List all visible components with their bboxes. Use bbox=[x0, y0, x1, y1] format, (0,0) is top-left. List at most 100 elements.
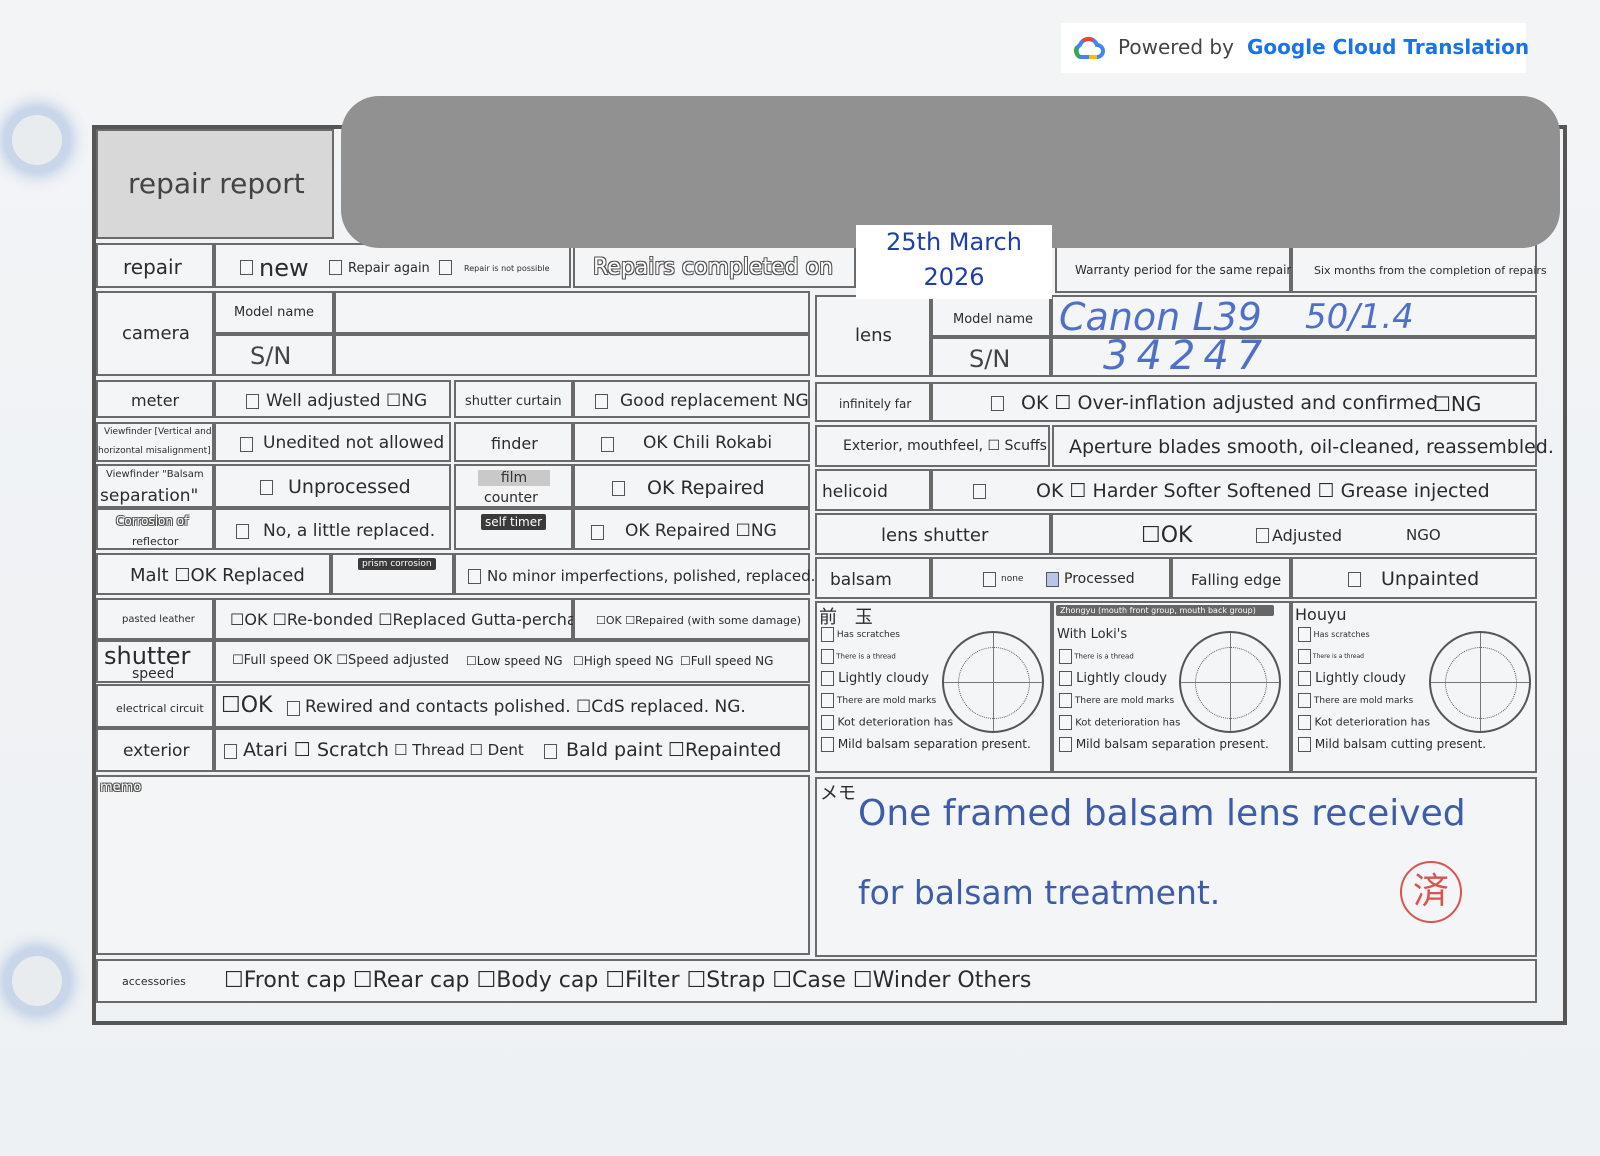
prism-value-cell[interactable]: No minor imperfections, polished, replac… bbox=[454, 553, 815, 595]
repair-label-cell: repair bbox=[96, 243, 214, 288]
completed-stamp: 済 bbox=[1400, 861, 1462, 923]
lens-shutter-label: lens shutter bbox=[881, 525, 989, 546]
not-possible-checkbox[interactable] bbox=[439, 260, 452, 275]
leather-value2-cell[interactable]: ☐OK ☐Repaired (with some damage) bbox=[573, 598, 810, 640]
meter-value-cell[interactable]: Well adjusted ☐NG bbox=[214, 380, 451, 418]
viewfinder1-checkbox[interactable] bbox=[240, 437, 253, 452]
lens-shutter-ok: ☐OK bbox=[1141, 523, 1193, 548]
malt-cell[interactable]: Malt ☐OK Replaced bbox=[96, 553, 331, 595]
unpainted-value: Unpainted bbox=[1381, 568, 1480, 590]
leather-label-cell: pasted leather bbox=[96, 598, 214, 640]
memo-line-2: for balsam treatment. bbox=[858, 873, 1221, 912]
film-counter-label-cell: film counter bbox=[454, 464, 573, 508]
rear-item-6[interactable]: Mild balsam cutting present. bbox=[1298, 737, 1486, 759]
warranty-label-cell: Warranty period for the same repair bbox=[1055, 243, 1291, 293]
viewfinder2-label-b: separation" bbox=[100, 486, 199, 506]
lens-label-cell: lens bbox=[815, 295, 931, 377]
binder-hole-top bbox=[6, 109, 68, 171]
shutter-curtain-label-cell: shutter curtain bbox=[454, 380, 573, 418]
lens-model-input[interactable]: Canon L39 50/1.4 bbox=[1051, 295, 1537, 339]
lens-shutter-ngo: NGO bbox=[1406, 526, 1441, 544]
lens-sn-input[interactable]: 34247 bbox=[1051, 333, 1537, 379]
shutter-curtain-value-cell[interactable]: Good replacement NG bbox=[573, 380, 810, 418]
corrosion-label-cell: Corrosion of reflector bbox=[96, 508, 214, 550]
viewfinder1-value-cell[interactable]: Unedited not allowed bbox=[214, 422, 451, 462]
prism-checkbox[interactable] bbox=[468, 569, 481, 584]
warranty-value-cell: Six months from the completion of repair… bbox=[1291, 243, 1547, 293]
exterior-checkbox[interactable] bbox=[224, 744, 237, 759]
exterior-value-cell[interactable]: Atari ☐ Scratch ☐ Thread ☐ Dent Bald pai… bbox=[214, 728, 810, 772]
lens-shutter-adjusted-checkbox[interactable] bbox=[1256, 528, 1269, 543]
repair-again: Repair again bbox=[348, 261, 430, 276]
memo-line-1: One framed balsam lens received bbox=[858, 793, 1466, 834]
film-label-a: film bbox=[478, 470, 550, 486]
lens-shutter-adjusted: Adjusted bbox=[1272, 526, 1343, 545]
self-timer-value: OK Repaired ☐NG bbox=[625, 521, 777, 541]
self-timer-label-cell: self timer bbox=[454, 508, 573, 550]
meter-label-cell: meter bbox=[96, 380, 214, 418]
google-cloud-icon bbox=[1073, 36, 1105, 59]
report-page: Powered by Google Cloud Translation repa… bbox=[0, 0, 1600, 1156]
completed-cell: Repairs completed on bbox=[573, 243, 856, 288]
film-counter-checkbox[interactable] bbox=[612, 481, 625, 496]
translation-banner[interactable]: Powered by Google Cloud Translation bbox=[1061, 23, 1530, 73]
speed-label: speed bbox=[132, 666, 175, 682]
exterior-option-1: Atari ☐ Scratch bbox=[243, 739, 389, 761]
helicoid-checkbox[interactable] bbox=[973, 484, 986, 499]
balsam-label-cell: balsam bbox=[815, 557, 931, 599]
memo-right-cell[interactable]: メモ One framed balsam lens received for b… bbox=[815, 777, 1537, 957]
corrosion-value-cell[interactable]: No, a little replaced. bbox=[214, 508, 451, 550]
falling-edge-label-cell: Falling edge bbox=[1171, 557, 1291, 599]
electrical-value-cell[interactable]: ☐OK Rewired and contacts polished. ☐CdS r… bbox=[214, 684, 810, 728]
middle-group-title: Zhongyu (mouth front group, mouth back g… bbox=[1056, 605, 1274, 616]
exterior-lens-label: Exterior, mouthfeel, ☐ Scuffs bbox=[843, 438, 1047, 454]
helicoid-value-cell[interactable]: OK ☐ Harder Softer Softened ☐ Grease inj… bbox=[931, 469, 1537, 511]
completion-date-text: 25th March 2026 bbox=[886, 228, 1022, 291]
finder-value-cell[interactable]: OK Chili Rokabi bbox=[573, 422, 810, 462]
lens-shutter-value-cell[interactable]: ☐OK Adjusted NGO bbox=[1051, 513, 1537, 555]
infinitely-far-value-cell[interactable]: OK ☐ Over-inflation adjusted and confirm… bbox=[931, 382, 1537, 422]
self-timer-value-cell[interactable]: OK Repaired ☐NG bbox=[573, 508, 810, 550]
shutter-curtain-checkbox[interactable] bbox=[595, 394, 608, 409]
memo-left-cell[interactable]: memo bbox=[96, 775, 810, 955]
balsam-none-checkbox[interactable] bbox=[983, 572, 996, 587]
camera-sn-input[interactable] bbox=[334, 334, 810, 376]
bald-paint-checkbox[interactable] bbox=[544, 744, 557, 759]
viewfinder2-checkbox[interactable] bbox=[260, 480, 273, 495]
balsam-value-cell[interactable]: none Processed bbox=[931, 557, 1171, 599]
balsam-processed-checkbox[interactable] bbox=[1046, 572, 1059, 587]
new-checkbox[interactable] bbox=[240, 260, 253, 275]
unpainted-checkbox[interactable] bbox=[1348, 572, 1361, 587]
self-timer-checkbox[interactable] bbox=[591, 525, 604, 540]
camera-model-input[interactable] bbox=[334, 291, 810, 334]
banner-prefix: Powered by bbox=[1118, 35, 1234, 59]
middle-group-panel: Zhongyu (mouth front group, mouth back g… bbox=[1052, 601, 1291, 773]
leather-value-cell[interactable]: ☐OK ☐Re-bonded ☐Replaced Gutta-percha bbox=[214, 598, 577, 640]
camera-label: camera bbox=[122, 323, 190, 344]
finder-checkbox[interactable] bbox=[601, 437, 614, 452]
balsam-none: none bbox=[1001, 574, 1024, 584]
electrical-value: Rewired and contacts polished. ☐CdS repl… bbox=[305, 697, 746, 717]
camera-model-cell: Model name bbox=[214, 291, 334, 334]
viewfinder1-value: Unedited not allowed bbox=[263, 433, 445, 453]
film-counter-value-cell[interactable]: OK Repaired bbox=[573, 464, 810, 508]
accessories-label: accessories bbox=[122, 975, 186, 988]
viewfinder2-label-cell: Viewfinder "Balsam separation" bbox=[96, 464, 214, 508]
shutter-speed-value-cell[interactable]: ☐Full speed OK ☐Speed adjusted ☐Low spee… bbox=[214, 640, 810, 683]
banner-brand: Google Cloud Translation bbox=[1247, 35, 1530, 59]
meter-checkbox[interactable] bbox=[246, 394, 259, 409]
middle-item-5[interactable]: Mild balsam separation present. bbox=[1059, 737, 1269, 759]
repair-again-checkbox[interactable] bbox=[329, 260, 342, 275]
lens-sn-label: S/N bbox=[969, 345, 1011, 373]
unpainted-cell[interactable]: Unpainted bbox=[1291, 557, 1537, 599]
lens-sn-cell: S/N bbox=[931, 337, 1051, 377]
infinitely-far-checkbox[interactable] bbox=[991, 396, 1004, 411]
viewfinder1-label-cell: Viewfinder [Vertical and horizontal misal… bbox=[96, 422, 214, 462]
viewfinder2-value-cell[interactable]: Unprocessed bbox=[214, 464, 451, 508]
accessories-cell[interactable]: accessories ☐Front cap ☐Rear cap ☐Body c… bbox=[96, 959, 1537, 1003]
exterior-label-cell: exterior bbox=[96, 728, 214, 772]
electrical-checkbox[interactable] bbox=[287, 701, 300, 716]
corrosion-checkbox[interactable] bbox=[236, 524, 249, 539]
front-item-6[interactable]: Mild balsam separation present. bbox=[821, 737, 1031, 759]
lens-model-cell: Model name bbox=[931, 295, 1051, 337]
